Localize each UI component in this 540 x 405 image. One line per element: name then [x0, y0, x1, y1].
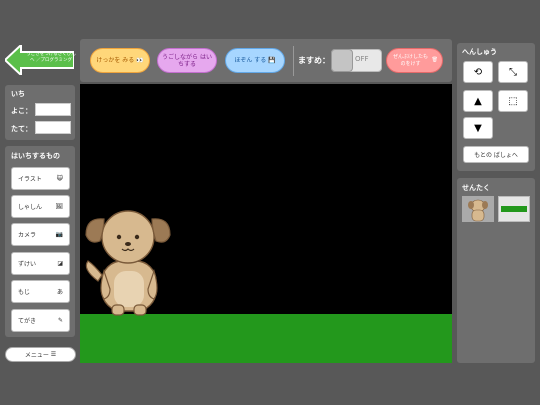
clear-all-button[interactable]: ぜんぶけしたものをけす 🗑: [386, 48, 443, 73]
stage-canvas[interactable]: [80, 84, 452, 363]
photo-button[interactable]: しゃしん 🖼: [11, 195, 70, 218]
layer-down-icon: ▼: [474, 122, 482, 134]
rotate-icon: ⟲: [473, 66, 483, 78]
rotate-button[interactable]: ⟲: [463, 61, 493, 83]
view-result-button[interactable]: けっかを みる 👀: [90, 48, 150, 73]
x-field[interactable]: [35, 103, 71, 116]
ground-sprite[interactable]: [80, 314, 452, 363]
menu-button[interactable]: メニュー ☰: [5, 347, 76, 362]
save-button[interactable]: ほぞん する 💾: [225, 48, 285, 73]
back-arrow-label: うごきをつけるさくひんへ ／プログラミング: [26, 52, 76, 63]
trash-icon: 🗑: [431, 57, 438, 63]
dog-sprite[interactable]: [80, 199, 180, 319]
resize-icon: ⤡: [509, 66, 517, 78]
face-icon: 😺: [56, 175, 63, 182]
grid-toggle-knob[interactable]: [331, 49, 353, 72]
bring-front-button[interactable]: ▲: [463, 90, 493, 112]
layer-up-icon: ▲: [474, 95, 482, 107]
place-title: はいちするもの: [11, 152, 60, 160]
crop-icon: ⬚: [508, 95, 518, 107]
camera-button[interactable]: カメラ 📷: [11, 223, 70, 246]
camera-icon: 📷: [55, 231, 63, 238]
pencil-icon: ✎: [57, 317, 63, 324]
toolbar-divider: [293, 46, 294, 76]
draw-button[interactable]: てがき ✎: [11, 309, 70, 332]
y-label: たて：: [11, 125, 32, 133]
text-button[interactable]: もじあ: [11, 280, 70, 303]
resize-button[interactable]: ⤡: [498, 61, 528, 83]
disk-icon: 💾: [268, 57, 276, 64]
move-place-button[interactable]: うごしながら はいちする: [157, 48, 217, 73]
shapes-icon: ◪: [57, 260, 63, 267]
ground-thumbnail-bar: [501, 206, 527, 212]
send-back-button[interactable]: ▼: [463, 117, 493, 139]
illustration-button[interactable]: イラスト 😺: [11, 167, 70, 190]
shape-button[interactable]: ずけい ◪: [11, 252, 70, 275]
dog-thumbnail-icon: [468, 199, 488, 222]
y-field[interactable]: [35, 121, 71, 134]
ground-thumbnail[interactable]: [498, 196, 530, 222]
edit-title: へんしゅう: [462, 48, 497, 56]
grid-label: ますめ：: [298, 56, 330, 65]
menu-icon: ☰: [50, 351, 57, 358]
dog-thumbnail[interactable]: [462, 196, 494, 222]
grid-toggle-state: OFF: [355, 55, 369, 63]
photo-icon: 🖼: [55, 203, 63, 210]
position-title: いち: [11, 90, 25, 98]
x-label: よこ：: [11, 107, 32, 115]
selection-title: せんたく: [462, 184, 490, 192]
restore-position-button[interactable]: もとの ばしょへ: [463, 146, 529, 163]
text-icon: あ: [56, 289, 63, 296]
eye-icon: 👀: [136, 57, 144, 64]
crop-button[interactable]: ⬚: [498, 90, 528, 112]
